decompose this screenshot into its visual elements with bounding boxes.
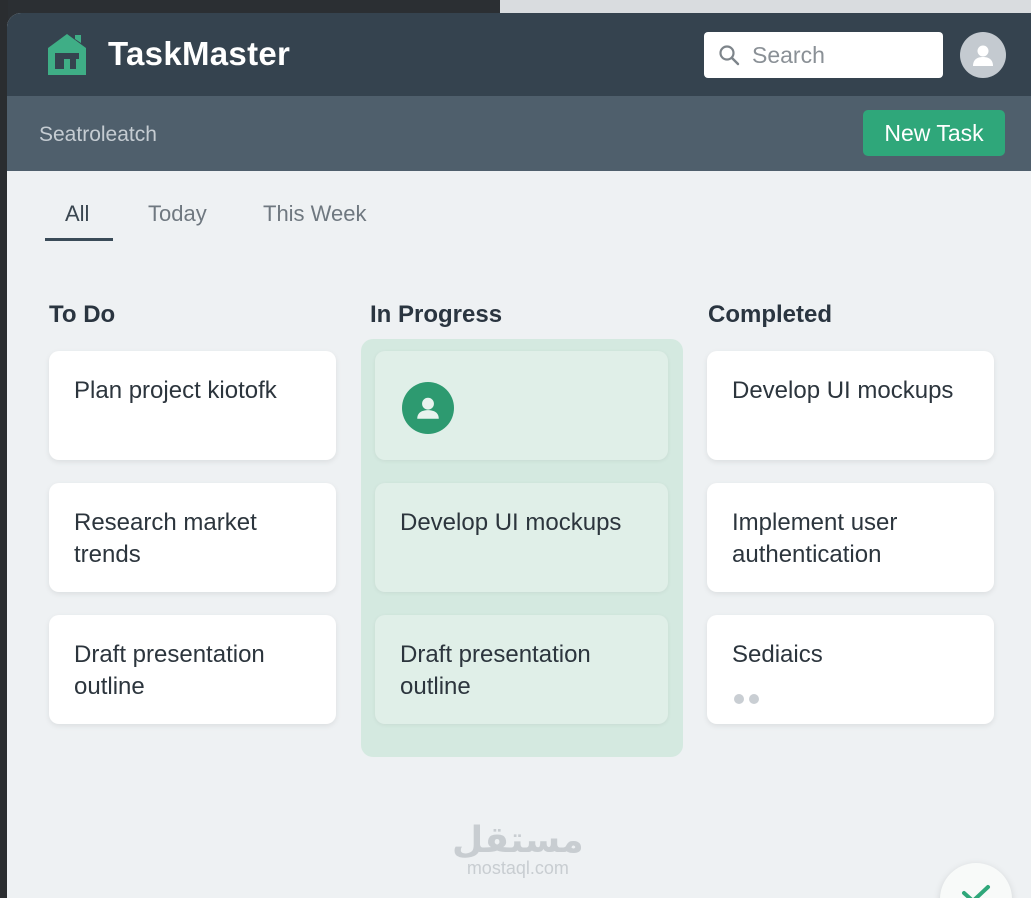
- column-title-todo: To Do: [49, 301, 116, 328]
- task-card[interactable]: Sediaics: [707, 615, 994, 724]
- top-bar: TaskMaster: [7, 13, 1031, 96]
- task-card-text: Sediaics: [732, 641, 823, 668]
- task-card[interactable]: Plan project kiotofk: [49, 351, 336, 460]
- task-card[interactable]: Develop UI mockups: [375, 483, 668, 592]
- task-card[interactable]: Draft presentation outline: [49, 615, 336, 724]
- task-card[interactable]: Implement user authentication: [707, 483, 994, 592]
- app-window: TaskMaster Seatroleatch New Task All Tod…: [7, 13, 1031, 898]
- tab-all[interactable]: All: [65, 201, 89, 241]
- card-dots: [734, 681, 764, 713]
- tab-today[interactable]: Today: [148, 201, 207, 241]
- complete-fab-button[interactable]: [940, 863, 1012, 898]
- user-avatar-button[interactable]: [960, 32, 1006, 78]
- task-card[interactable]: [375, 351, 668, 460]
- subbar-search-text[interactable]: Seatroleatch: [39, 123, 157, 147]
- task-card-text: Draft presentation outline: [74, 641, 265, 700]
- watermark-latin: mostaql.com: [466, 858, 569, 878]
- assignee-avatar[interactable]: [402, 382, 454, 434]
- task-card-text: Draft presentation outline: [400, 641, 591, 700]
- house-logo-icon: [48, 34, 86, 75]
- background-top: [500, 0, 1031, 14]
- dot: [749, 694, 759, 704]
- user-icon: [417, 397, 439, 419]
- sub-bar: Seatroleatch New Task: [7, 96, 1031, 171]
- search-input[interactable]: [750, 40, 934, 70]
- task-card-text: Develop UI mockups: [400, 509, 622, 536]
- task-card[interactable]: Develop UI mockups: [707, 351, 994, 460]
- watermark-arabic: مستقل: [452, 819, 584, 860]
- watermark: مستقل mostaql.com: [452, 819, 584, 878]
- task-card-text: Implement user authentication: [732, 509, 898, 568]
- task-card-text: Plan project kiotofk: [74, 377, 277, 404]
- search-icon: [719, 45, 740, 66]
- dot: [734, 694, 744, 704]
- tab-this-week[interactable]: This Week: [263, 201, 367, 241]
- task-card-text: Develop UI mockups: [732, 377, 954, 404]
- column-title-in-progress: In Progress: [370, 301, 503, 328]
- checkmark-icon: [962, 885, 990, 898]
- column-title-completed: Completed: [708, 301, 833, 328]
- task-card-text: Research market trends: [74, 509, 257, 568]
- task-card[interactable]: Draft presentation outline: [375, 615, 668, 724]
- task-card[interactable]: Research market trends: [49, 483, 336, 592]
- active-tab-indicator: [45, 238, 113, 241]
- new-task-button[interactable]: New Task: [863, 110, 1005, 156]
- user-icon: [973, 45, 993, 66]
- search-box[interactable]: [704, 32, 943, 78]
- app-title: TaskMaster: [108, 35, 291, 72]
